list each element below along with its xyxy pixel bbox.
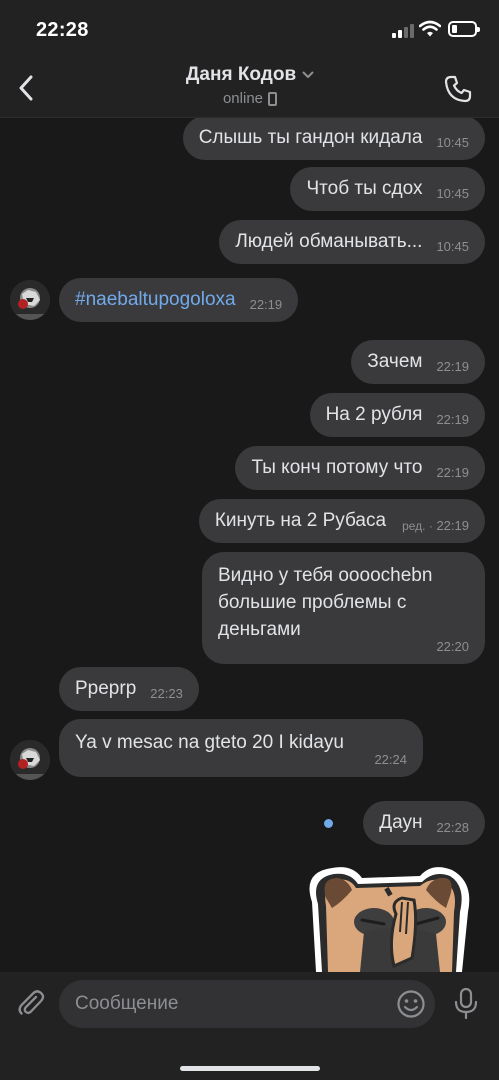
message-bubble[interactable]: #naebaltupogoloxa 22:19	[59, 278, 299, 322]
message-input[interactable]	[75, 980, 385, 1028]
message-bubble[interactable]: Видно у тебя ооооchebn большие проблемы …	[202, 552, 485, 664]
message-time: 22:19	[249, 297, 283, 312]
paperclip-icon	[18, 990, 45, 1015]
message-bubble[interactable]: Людей обманывать... 10:45	[219, 220, 485, 264]
pug-facepalm-sticker[interactable]	[302, 862, 474, 972]
chevron-down-icon	[302, 71, 314, 78]
message-bubble[interactable]: Зачем 22:19	[351, 340, 485, 384]
message-time: 22:19	[436, 465, 469, 480]
message-bubble[interactable]: На 2 рубля 22:19	[309, 393, 485, 437]
message-time: 22:28	[436, 820, 469, 835]
contact-name: Даня Кодов	[185, 64, 297, 85]
phone-icon	[444, 75, 472, 103]
message-time: 10:45	[436, 239, 469, 254]
message-time: 10:45	[436, 186, 469, 201]
message-field[interactable]	[59, 980, 435, 1028]
message-time: 10:45	[436, 135, 469, 150]
message-text: Кинуть на 2 Рубаса	[214, 510, 387, 531]
avatar[interactable]	[10, 280, 50, 320]
back-button[interactable]	[8, 70, 44, 106]
avatar[interactable]	[10, 740, 50, 780]
chat-title[interactable]: Даня Кодов online	[130, 64, 370, 107]
emoji-button[interactable]	[395, 988, 427, 1020]
message-time: 22:19	[436, 412, 469, 427]
message-bubble[interactable]: Чтоб ты сдох 10:45	[290, 167, 485, 211]
message-bubble[interactable]: Кинуть на 2 Рубаса ред. · 22:19	[198, 499, 485, 543]
hashtag-link[interactable]: #naebaltupogoloxa	[75, 289, 236, 311]
message-composer	[0, 972, 499, 1080]
microphone-icon	[454, 987, 478, 1019]
message-text: Pреprр	[75, 678, 137, 699]
attach-button[interactable]	[14, 986, 48, 1020]
message-text: Людей обманывать...	[235, 231, 423, 252]
message-bubble[interactable]: Слышь ты гандон кидала 10:45	[182, 118, 485, 160]
wifi-icon	[419, 20, 441, 37]
edited-label: ред. ·	[402, 519, 433, 533]
message-list[interactable]: Слышь ты гандон кидала 10:45 Чтоб ты сдо…	[0, 118, 499, 972]
message-text: На 2 рубля	[325, 404, 423, 425]
battery-icon	[448, 21, 480, 37]
message-bubble[interactable]: Ты конч потому что 22:19	[235, 446, 485, 490]
message-bubble[interactable]: Даун 22:28	[363, 801, 485, 845]
chat-header: Даня Кодов online	[0, 58, 499, 118]
cellular-signal-icon	[392, 22, 414, 38]
message-bubble[interactable]: Ya v mesac na gteto 20 I kidayu 22:24	[59, 719, 423, 777]
message-time: 22:23	[150, 686, 183, 701]
message-time: 22:19	[436, 359, 469, 374]
unread-indicator	[324, 819, 333, 828]
message-bubble[interactable]: Pреprр 22:23	[59, 667, 199, 711]
voice-message-button[interactable]	[449, 986, 483, 1020]
smile-icon	[397, 990, 425, 1018]
status-bar: 22:28	[0, 0, 499, 58]
message-text: Даун	[379, 812, 423, 833]
mobile-phone-icon	[268, 91, 278, 106]
online-status: online	[222, 90, 264, 107]
message-time: ред. · 22:19	[402, 518, 469, 533]
message-time-value: 22:19	[436, 518, 469, 533]
call-button[interactable]	[440, 71, 476, 107]
avatar-image	[10, 280, 50, 320]
chevron-left-icon	[19, 75, 33, 101]
avatar-image	[10, 740, 50, 780]
message-text: Слышь ты гандон кидала	[198, 127, 423, 148]
message-text: Чтоб ты сдох	[306, 178, 423, 199]
status-time: 22:28	[36, 19, 89, 41]
message-text: Зачем	[367, 351, 423, 372]
message-text: Видно у тебя ооооchebn большие проблемы …	[218, 565, 433, 640]
message-text: Ты конч потому что	[251, 457, 423, 478]
home-indicator	[180, 1066, 320, 1071]
